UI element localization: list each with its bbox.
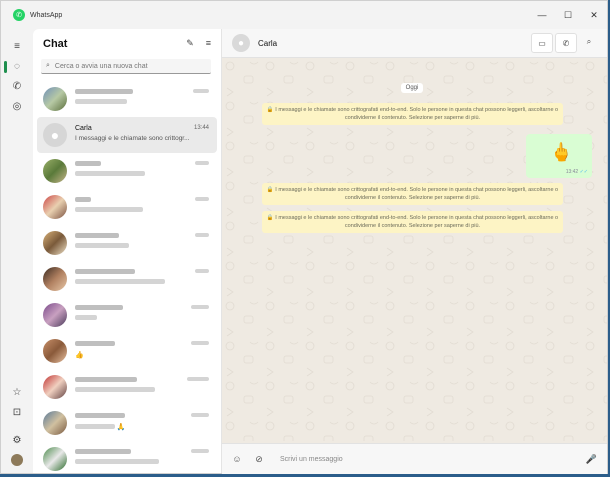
chat-list-actions: ✎ ≡ xyxy=(186,38,211,49)
calls-icon[interactable]: ✆ xyxy=(10,79,24,93)
nav-rail: ≡ ◌ ✆ ◎ ☆ ⊡ ⚙ xyxy=(1,29,33,473)
chat-list-title: Chat xyxy=(43,38,68,50)
message-emoji: 🖕 xyxy=(550,142,573,162)
encryption-notice[interactable]: 🔒 I messaggi e le chiamate sono crittogr… xyxy=(262,211,563,233)
chat-row[interactable] xyxy=(33,81,221,117)
chat-row[interactable] xyxy=(33,225,221,261)
message-time: 13:42 xyxy=(565,169,579,175)
status-icon[interactable]: ◎ xyxy=(10,99,24,113)
avatar xyxy=(43,339,67,363)
chat-row[interactable] xyxy=(33,297,221,333)
video-call-button[interactable]: ▭ xyxy=(531,33,553,53)
chat-time xyxy=(193,89,209,95)
chat-time xyxy=(195,161,209,167)
whatsapp-window: ✆ WhatsApp — ☐ ✕ ≡ ◌ ✆ ◎ ☆ ⊡ ⚙ Chat ✎ ≡ … xyxy=(0,0,608,474)
chat-row[interactable] xyxy=(33,153,221,189)
settings-icon[interactable]: ⚙ xyxy=(10,433,24,447)
search-input[interactable]: Cerca o avvia una nuova chat xyxy=(55,63,148,70)
minimize-button[interactable]: — xyxy=(529,1,555,29)
chat-row[interactable] xyxy=(33,441,221,477)
avatar xyxy=(43,303,67,327)
lock-icon: 🔒 xyxy=(266,187,274,193)
notice-text: I messaggi e le chiamate sono crittograf… xyxy=(275,187,559,201)
lock-icon: 🔒 xyxy=(266,107,274,113)
menu-icon[interactable]: ≡ xyxy=(10,39,24,53)
chat-time xyxy=(191,341,209,347)
conversation-header: ● Carla ▭ ✆ ⌕ xyxy=(222,29,607,58)
chat-row[interactable] xyxy=(33,369,221,405)
chat-row[interactable] xyxy=(33,189,221,225)
chat-time xyxy=(191,305,209,311)
chat-rows: ● Carla I messaggi e le chiamate sono cr… xyxy=(33,81,221,477)
read-ticks-icon: ✓✓ xyxy=(579,169,588,175)
filter-icon[interactable]: ≡ xyxy=(206,38,211,49)
avatar xyxy=(43,447,67,471)
lock-icon: 🔒 xyxy=(266,215,274,221)
chat-time xyxy=(191,413,209,419)
search-icon: ⌕ xyxy=(46,62,50,69)
profile-icon[interactable] xyxy=(10,453,24,467)
avatar: ● xyxy=(43,123,67,147)
encryption-notice[interactable]: 🔒 I messaggi e le chiamate sono crittogr… xyxy=(262,183,563,205)
encryption-notice[interactable]: 🔒 I messaggi e le chiamate sono crittogr… xyxy=(262,103,563,125)
avatar xyxy=(43,411,67,435)
date-separator: Oggi xyxy=(401,83,423,93)
search-in-chat-icon[interactable]: ⌕ xyxy=(579,33,599,51)
chat-row[interactable]: 👍 xyxy=(33,333,221,369)
header-actions: ▭ ✆ ⌕ xyxy=(531,33,599,53)
window-controls: — ☐ ✕ xyxy=(529,1,607,29)
chat-time xyxy=(195,233,209,239)
avatar xyxy=(43,231,67,255)
chat-list-panel: Chat ✎ ≡ ⌕ Cerca o avvia una nuova chat … xyxy=(33,29,222,473)
avatar xyxy=(43,195,67,219)
chat-preview: I messaggi e le chiamate sono crittogr..… xyxy=(75,135,190,142)
maximize-button[interactable]: ☐ xyxy=(555,1,581,29)
window-title: WhatsApp xyxy=(30,11,63,19)
attach-icon[interactable]: ⊘ xyxy=(252,452,266,466)
chats-icon[interactable]: ◌ xyxy=(10,59,24,73)
new-chat-icon[interactable]: ✎ xyxy=(186,38,194,49)
voice-call-button[interactable]: ✆ xyxy=(555,33,577,53)
message-input[interactable]: Scrivi un messaggio xyxy=(280,456,586,463)
close-button[interactable]: ✕ xyxy=(581,1,607,29)
notice-text: I messaggi e le chiamate sono crittograf… xyxy=(275,215,559,229)
whatsapp-logo-icon: ✆ xyxy=(13,9,25,21)
message-composer: ☺ ⊘ Scrivi un messaggio 🎤 xyxy=(222,443,607,474)
microphone-icon[interactable]: 🎤 xyxy=(586,454,597,465)
sent-message[interactable]: 🖕 13:42 ✓✓ xyxy=(526,134,592,178)
title-bar: ✆ WhatsApp — ☐ ✕ xyxy=(1,1,607,29)
chat-time xyxy=(191,449,209,455)
message-meta: 13:42 ✓✓ xyxy=(566,169,588,175)
chat-time xyxy=(195,269,209,275)
archive-icon[interactable]: ⊡ xyxy=(10,405,24,419)
avatar xyxy=(43,87,67,111)
chat-time xyxy=(195,197,209,203)
starred-icon[interactable]: ☆ xyxy=(10,385,24,399)
emoji-icon[interactable]: ☺ xyxy=(230,452,244,466)
chat-row-carla[interactable]: ● Carla I messaggi e le chiamate sono cr… xyxy=(37,117,217,153)
notice-text: I messaggi e le chiamate sono crittograf… xyxy=(275,107,559,121)
chat-time xyxy=(187,377,209,383)
avatar xyxy=(43,267,67,291)
avatar xyxy=(43,159,67,183)
chat-row[interactable]: 🙏 xyxy=(33,405,221,441)
chat-time: 13:44 xyxy=(193,125,209,131)
search-box[interactable]: ⌕ Cerca o avvia una nuova chat xyxy=(41,59,211,74)
active-indicator xyxy=(4,61,7,73)
contact-name[interactable]: Carla xyxy=(258,39,277,48)
contact-avatar[interactable]: ● xyxy=(232,34,250,52)
avatar xyxy=(43,375,67,399)
chat-row[interactable] xyxy=(33,261,221,297)
conversation-panel: ● Carla ▭ ✆ ⌕ Oggi 🔒 I messaggi e le chi… xyxy=(222,29,607,474)
